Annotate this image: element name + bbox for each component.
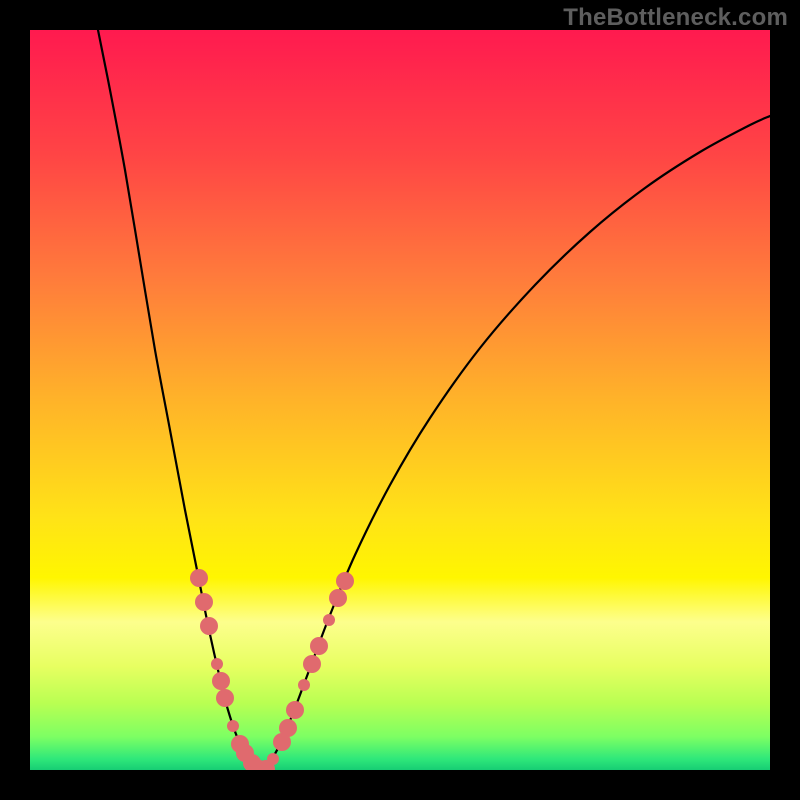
curve-layer: [30, 30, 770, 770]
data-marker: [200, 617, 218, 635]
left-curve: [98, 30, 262, 770]
data-marker: [195, 593, 213, 611]
data-marker: [298, 679, 310, 691]
data-marker: [267, 753, 279, 765]
data-marker: [336, 572, 354, 590]
data-marker: [279, 719, 297, 737]
chart-frame: TheBottleneck.com: [0, 0, 800, 800]
data-marker: [323, 614, 335, 626]
data-marker: [286, 701, 304, 719]
data-marker: [329, 589, 347, 607]
right-curve: [262, 116, 770, 770]
data-marker: [303, 655, 321, 673]
data-marker: [211, 658, 223, 670]
marker-group: [190, 569, 354, 770]
data-marker: [216, 689, 234, 707]
data-marker: [190, 569, 208, 587]
data-marker: [212, 672, 230, 690]
plot-area: [30, 30, 770, 770]
data-marker: [227, 720, 239, 732]
watermark-text: TheBottleneck.com: [563, 4, 788, 32]
data-marker: [310, 637, 328, 655]
